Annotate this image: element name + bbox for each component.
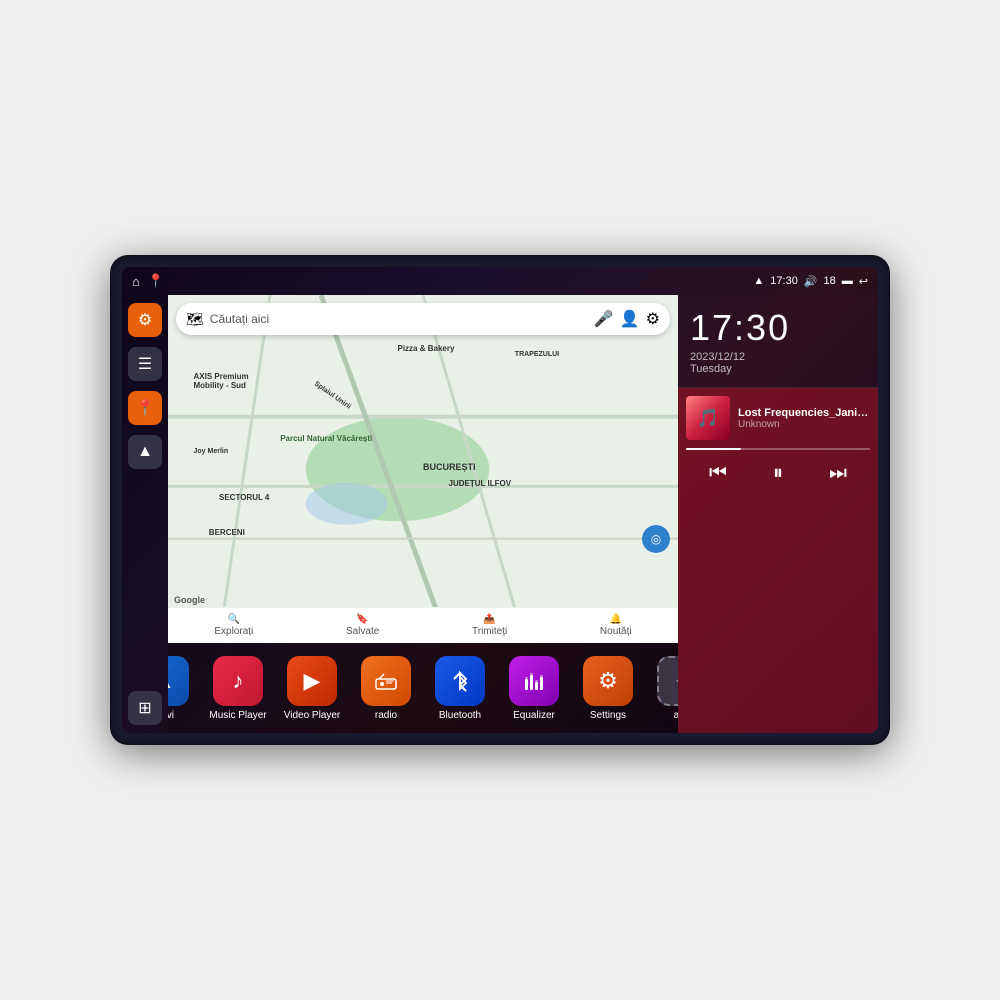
- main-area: ⚙ ☰ 📍 ▲ ⊞: [122, 295, 878, 733]
- account-icon[interactable]: 👤: [620, 309, 640, 329]
- music-progress-fill: [686, 448, 741, 450]
- radio-label: radio: [375, 710, 397, 721]
- app-dock: ▲ Navi ♪ Music Player ▶ Vid: [168, 643, 678, 733]
- radio-icon: [361, 656, 411, 706]
- music-player-label: Music Player: [209, 710, 266, 721]
- share-icon: 📤: [483, 614, 495, 625]
- bluetooth-icon: [435, 656, 485, 706]
- clock-time: 17:30: [690, 307, 866, 349]
- sidebar-item-map[interactable]: 📍: [128, 391, 162, 425]
- map-svg: [168, 295, 678, 643]
- app-bluetooth[interactable]: Bluetooth: [425, 656, 495, 721]
- next-track-button[interactable]: ⏭: [821, 458, 855, 489]
- clock-date-value: 2023/12/12: [690, 351, 745, 363]
- mic-icon[interactable]: 🎤: [594, 309, 614, 329]
- add-app-icon: +: [657, 656, 678, 706]
- news-icon: 🔔: [610, 614, 622, 625]
- settings-label: Settings: [590, 710, 626, 721]
- map-background: 🗺 Căutați aici 🎤 👤 ⚙: [168, 295, 678, 643]
- app-video-player[interactable]: ▶ Video Player: [277, 656, 347, 721]
- google-maps-icon: 🗺: [186, 311, 204, 328]
- status-left: ⌂ 📍: [132, 273, 164, 289]
- grid-icon: ⊞: [138, 698, 151, 718]
- app-music-player[interactable]: ♪ Music Player: [203, 656, 273, 721]
- map-search-bar[interactable]: 🗺 Căutați aici 🎤 👤 ⚙: [176, 303, 670, 335]
- music-controls: ⏮ ⏸ ⏭: [686, 458, 870, 489]
- video-player-icon: ▶: [287, 656, 337, 706]
- music-progress-bar[interactable]: [686, 448, 870, 450]
- right-panel: 17:30 2023/12/12 Tuesday 🎵 Lost Frequenc…: [678, 295, 878, 733]
- music-title: Lost Frequencies_Janie...: [738, 407, 870, 419]
- app-equalizer[interactable]: Equalizer: [499, 656, 569, 721]
- map-share-btn[interactable]: 📤 Trimiteți: [472, 614, 507, 637]
- share-label: Trimiteți: [472, 626, 507, 637]
- clock-day-value: Tuesday: [690, 363, 732, 375]
- music-player-icon: ♪: [213, 656, 263, 706]
- map-news-btn[interactable]: 🔔 Noutăți: [600, 614, 632, 637]
- app-settings[interactable]: ⚙ Settings: [573, 656, 643, 721]
- app-navi[interactable]: ▲ Navi: [168, 656, 199, 721]
- wifi-icon: ▲: [753, 275, 764, 287]
- device-screen: ⌂ 📍 ▲ 17:30 🔊 18 ▬ ↩ ⚙ ☰: [122, 267, 878, 733]
- app-radio[interactable]: radio: [351, 656, 421, 721]
- center-content: 🗺 Căutați aici 🎤 👤 ⚙: [168, 295, 678, 733]
- settings-app-icon: ⚙: [583, 656, 633, 706]
- sidebar-item-apps[interactable]: ⊞: [128, 691, 162, 725]
- saved-label: Salvate: [346, 626, 379, 637]
- video-player-label: Video Player: [284, 710, 341, 721]
- status-time: 17:30: [770, 275, 798, 287]
- map-nav-icon[interactable]: 📍: [148, 273, 164, 289]
- album-art-image: 🎵: [686, 396, 730, 440]
- home-icon[interactable]: ⌂: [132, 274, 140, 289]
- equalizer-label: Equalizer: [513, 710, 555, 721]
- sidebar-item-menu[interactable]: ☰: [128, 347, 162, 381]
- explore-label: Explorați: [214, 626, 253, 637]
- map-search-placeholder[interactable]: Căutați aici: [210, 312, 588, 326]
- status-bar: ⌂ 📍 ▲ 17:30 🔊 18 ▬ ↩: [122, 267, 878, 295]
- map-saved-btn[interactable]: 🔖 Salvate: [346, 614, 379, 637]
- settings-map-icon[interactable]: ⚙: [646, 309, 660, 329]
- back-icon[interactable]: ↩: [859, 275, 868, 288]
- map-pin-icon: 📍: [135, 398, 155, 418]
- sidebar-item-nav[interactable]: ▲: [128, 435, 162, 469]
- status-right: ▲ 17:30 🔊 18 ▬ ↩: [753, 275, 868, 288]
- battery-icon: ▬: [842, 275, 853, 287]
- clock-date: 2023/12/12 Tuesday: [690, 351, 866, 375]
- news-label: Noutăți: [600, 626, 632, 637]
- clock-widget: 17:30 2023/12/12 Tuesday: [678, 295, 878, 388]
- explore-icon: 🔍: [228, 614, 240, 625]
- nav-arrow-icon: ▲: [137, 443, 153, 461]
- play-pause-button[interactable]: ⏸: [765, 458, 791, 489]
- nav-location-btn[interactable]: ◎: [642, 525, 670, 553]
- saved-icon: 🔖: [356, 614, 368, 625]
- music-artist: Unknown: [738, 419, 870, 430]
- equalizer-icon: [509, 656, 559, 706]
- navi-label: Navi: [168, 710, 174, 721]
- music-text: Lost Frequencies_Janie... Unknown: [738, 407, 870, 430]
- prev-track-button[interactable]: ⏮: [701, 458, 735, 489]
- battery-level: 18: [824, 275, 836, 287]
- navi-icon: ▲: [168, 656, 189, 706]
- music-album-art: 🎵: [686, 396, 730, 440]
- google-logo: Google: [174, 595, 205, 605]
- menu-icon: ☰: [138, 354, 152, 374]
- map-bottom-bar: 🔍 Explorați 🔖 Salvate 📤 Trimiteți: [168, 607, 678, 643]
- volume-icon: 🔊: [804, 275, 818, 288]
- music-info: 🎵 Lost Frequencies_Janie... Unknown: [686, 396, 870, 440]
- app-add[interactable]: + add: [647, 656, 678, 721]
- map-explore-btn[interactable]: 🔍 Explorați: [214, 614, 253, 637]
- map-container[interactable]: 🗺 Căutați aici 🎤 👤 ⚙: [168, 295, 678, 643]
- music-widget: 🎵 Lost Frequencies_Janie... Unknown ⏮ ⏸: [678, 388, 878, 733]
- device-frame: ⌂ 📍 ▲ 17:30 🔊 18 ▬ ↩ ⚙ ☰: [110, 255, 890, 745]
- bluetooth-label: Bluetooth: [439, 710, 481, 721]
- left-sidebar: ⚙ ☰ 📍 ▲ ⊞: [122, 295, 168, 733]
- settings-icon: ⚙: [138, 310, 152, 330]
- sidebar-item-settings[interactable]: ⚙: [128, 303, 162, 337]
